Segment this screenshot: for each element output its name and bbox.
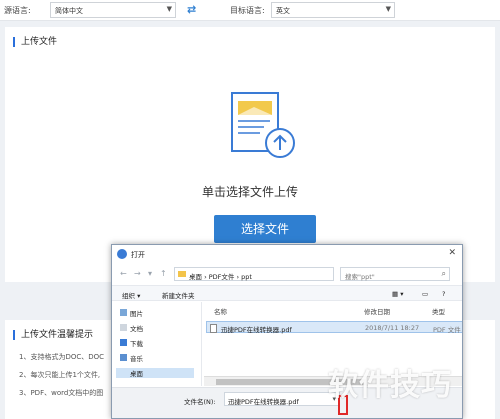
upload-section-title: 上传文件 [13,37,57,47]
sidebar-item-desktop[interactable]: 桌面 [116,368,194,378]
new-folder-button[interactable]: 新建文件夹 [162,290,195,300]
upload-prompt: 单击选择文件上传 [201,185,298,199]
filename-input[interactable]: 迅捷PDF在线转换器.pdf ▾ [224,392,340,406]
file-modified: 2018/7/11 18:27 [365,324,420,332]
breadcrumb-item[interactable]: ppt [241,273,252,281]
folder-icon [178,271,186,277]
swap-languages-icon[interactable]: ⇄ [187,3,196,16]
chevron-down-icon: ▼ [385,5,391,13]
close-icon[interactable]: ✕ [448,248,456,258]
filename-label: 文件名(N): [184,398,216,406]
downloads-icon [120,339,127,346]
address-bar[interactable]: 桌面 › PDF文件 › ppt [174,267,334,281]
dialog-titlebar: 打开 ✕ [112,245,462,263]
sidebar-item-documents[interactable]: 文档 [130,323,143,333]
dialog-nav-row: ← → ▾ ↑ 桌面 › PDF文件 › ppt 搜索"ppt" ⌕ [112,265,462,283]
dialog-toolbar: 组织 ▾ 新建文件夹 ▦ ▾ ▭ ? [112,285,462,301]
organize-menu[interactable]: 组织 ▾ [122,290,140,300]
tip-item: 3、PDF、word文档中的图 [19,389,104,397]
chevron-down-icon: ▼ [166,5,172,13]
language-bar: 源语言: 简体中文 ▼ ⇄ 目标语言: 英文 ▼ [0,0,500,21]
music-icon [120,354,127,361]
sidebar-item-downloads[interactable]: 下载 [130,338,143,348]
dialog-title: 打开 [131,251,145,259]
target-language-value: 英文 [276,7,290,15]
source-language-value: 简体中文 [55,7,83,15]
forward-arrow-icon[interactable]: → [134,269,141,278]
up-arrow-icon[interactable]: ↑ [160,269,167,278]
dialog-sidebar: 图片 文档 下载 音乐 桌面 [112,302,202,386]
column-header-modified[interactable]: 修改日期 [364,306,390,316]
watermark-text: 软件技巧 [328,368,452,403]
back-arrow-icon[interactable]: ← [120,269,127,278]
help-icon[interactable]: ? [442,290,445,298]
choose-file-button[interactable]: 选择文件 [214,215,316,243]
source-language-label: 源语言: [4,6,31,15]
file-name: 迅捷PDF在线转换器.pdf [221,326,292,334]
column-header-name[interactable]: 名称 [214,306,227,316]
breadcrumb-item[interactable]: PDF文件 [209,273,235,281]
app-icon [117,249,127,259]
documents-icon [120,324,127,331]
breadcrumb-item[interactable]: 桌面 [189,273,202,281]
upload-file-icon[interactable] [224,91,300,161]
preview-pane-icon[interactable]: ▭ [422,290,428,298]
search-placeholder: 搜索"ppt" [345,273,375,281]
target-language-label: 目标语言: [230,6,265,15]
recent-dropdown-icon[interactable]: ▾ [148,269,152,278]
tip-item: 2、每次只能上传1个文件, [19,371,101,379]
filename-value: 迅捷PDF在线转换器.pdf [228,398,299,406]
pictures-icon [120,309,127,316]
view-options-icon[interactable]: ▦ ▾ [392,290,403,298]
file-type: PDF 文件 [433,326,461,334]
search-input[interactable]: 搜索"ppt" ⌕ [340,267,450,281]
file-row[interactable]: 迅捷PDF在线转换器.pdf 2018/7/11 18:27 PDF 文件 [206,321,462,334]
source-language-select[interactable]: 简体中文 ▼ [50,2,176,18]
column-header-type[interactable]: 类型 [432,306,445,316]
tips-title: 上传文件温馨提示 [13,330,93,340]
target-language-select[interactable]: 英文 ▼ [271,2,395,18]
search-icon: ⌕ [441,269,446,278]
pdf-file-icon [210,324,217,333]
sidebar-item-music[interactable]: 音乐 [130,353,143,363]
sidebar-item-pictures[interactable]: 图片 [130,308,143,318]
tip-item: 1、支持格式为DOC、DOC [19,353,105,361]
